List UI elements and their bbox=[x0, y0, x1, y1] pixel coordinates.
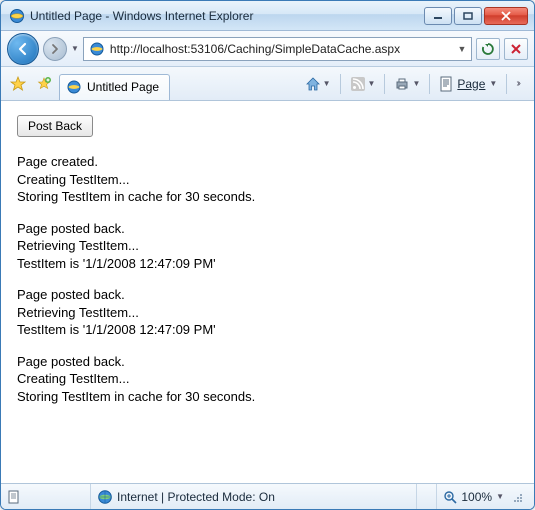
overflow-icon: ›› bbox=[516, 78, 519, 89]
command-bar: Untitled Page ▼ ▼ ▼ Page ▼ bbox=[1, 67, 534, 101]
history-dropdown-icon[interactable]: ▼ bbox=[71, 44, 79, 53]
chevron-down-icon: ▼ bbox=[496, 492, 504, 501]
output-line: Storing TestItem in cache for 30 seconds… bbox=[17, 189, 255, 204]
command-group: ▼ ▼ ▼ Page ▼ ›› bbox=[296, 73, 528, 95]
tools-overflow[interactable]: ›› bbox=[511, 73, 524, 95]
favorites-button[interactable] bbox=[7, 73, 29, 95]
forward-button[interactable] bbox=[43, 37, 67, 61]
address-bar[interactable]: ▼ bbox=[83, 37, 472, 61]
status-bar: Internet | Protected Mode: On 100% ▼ bbox=[1, 483, 534, 509]
window-buttons bbox=[424, 7, 528, 25]
tab-label: Untitled Page bbox=[87, 80, 159, 94]
post-back-button[interactable]: Post Back bbox=[17, 115, 93, 137]
window: Untitled Page - Windows Internet Explore… bbox=[0, 0, 535, 510]
address-dropdown-icon[interactable]: ▼ bbox=[455, 44, 469, 54]
minimize-button[interactable] bbox=[424, 7, 452, 25]
tab-favicon bbox=[66, 79, 82, 95]
status-doc-icon bbox=[7, 490, 21, 504]
internet-zone-icon bbox=[97, 489, 113, 505]
zoom-icon bbox=[443, 490, 457, 504]
output-line: Page posted back. bbox=[17, 354, 125, 369]
close-button[interactable] bbox=[484, 7, 528, 25]
home-button[interactable]: ▼ bbox=[300, 73, 336, 95]
zoom-value: 100% bbox=[461, 490, 492, 504]
refresh-button[interactable] bbox=[476, 38, 500, 60]
navigation-bar: ▼ ▼ bbox=[1, 31, 534, 67]
feeds-button[interactable]: ▼ bbox=[345, 73, 381, 95]
add-favorite-button[interactable] bbox=[33, 73, 55, 95]
output-block: Page posted back. Retrieving TestItem...… bbox=[17, 220, 518, 273]
output-line: Storing TestItem in cache for 30 seconds… bbox=[17, 389, 255, 404]
output-line: Retrieving TestItem... bbox=[17, 238, 139, 253]
page-menu-label: Page bbox=[455, 77, 487, 91]
chevron-down-icon: ▼ bbox=[368, 79, 376, 88]
back-button[interactable] bbox=[7, 33, 39, 65]
output-block: Page created. Creating TestItem... Stori… bbox=[17, 153, 518, 206]
url-input[interactable] bbox=[108, 39, 455, 59]
page-icon bbox=[89, 41, 105, 57]
chevron-down-icon: ▼ bbox=[412, 79, 420, 88]
ie-icon bbox=[9, 8, 25, 24]
output-line: Page posted back. bbox=[17, 287, 125, 302]
status-zone[interactable]: Internet | Protected Mode: On bbox=[91, 484, 417, 509]
window-title: Untitled Page - Windows Internet Explore… bbox=[30, 9, 424, 23]
chevron-down-icon: ▼ bbox=[489, 79, 497, 88]
print-button[interactable]: ▼ bbox=[389, 73, 425, 95]
chevron-down-icon: ▼ bbox=[323, 79, 331, 88]
output-block: Page posted back. Creating TestItem... S… bbox=[17, 353, 518, 406]
output-line: Retrieving TestItem... bbox=[17, 305, 139, 320]
output-block: Page posted back. Retrieving TestItem...… bbox=[17, 286, 518, 339]
zoom-control[interactable]: 100% ▼ bbox=[437, 484, 534, 509]
output-line: Page created. bbox=[17, 154, 98, 169]
tab-active[interactable]: Untitled Page bbox=[59, 74, 170, 100]
stop-button[interactable] bbox=[504, 38, 528, 60]
output-line: Page posted back. bbox=[17, 221, 125, 236]
output-line: TestItem is '1/1/2008 12:47:09 PM' bbox=[17, 322, 216, 337]
page-content: Post Back Page created. Creating TestIte… bbox=[1, 101, 534, 483]
resize-grip[interactable] bbox=[510, 490, 524, 504]
output-line: TestItem is '1/1/2008 12:47:09 PM' bbox=[17, 256, 216, 271]
output-line: Creating TestItem... bbox=[17, 172, 129, 187]
output-line: Creating TestItem... bbox=[17, 371, 129, 386]
maximize-button[interactable] bbox=[454, 7, 482, 25]
status-spacer bbox=[417, 484, 437, 509]
status-zone-text: Internet | Protected Mode: On bbox=[117, 490, 275, 504]
page-menu[interactable]: Page ▼ bbox=[434, 73, 502, 95]
status-left bbox=[1, 484, 91, 509]
titlebar[interactable]: Untitled Page - Windows Internet Explore… bbox=[1, 1, 534, 31]
